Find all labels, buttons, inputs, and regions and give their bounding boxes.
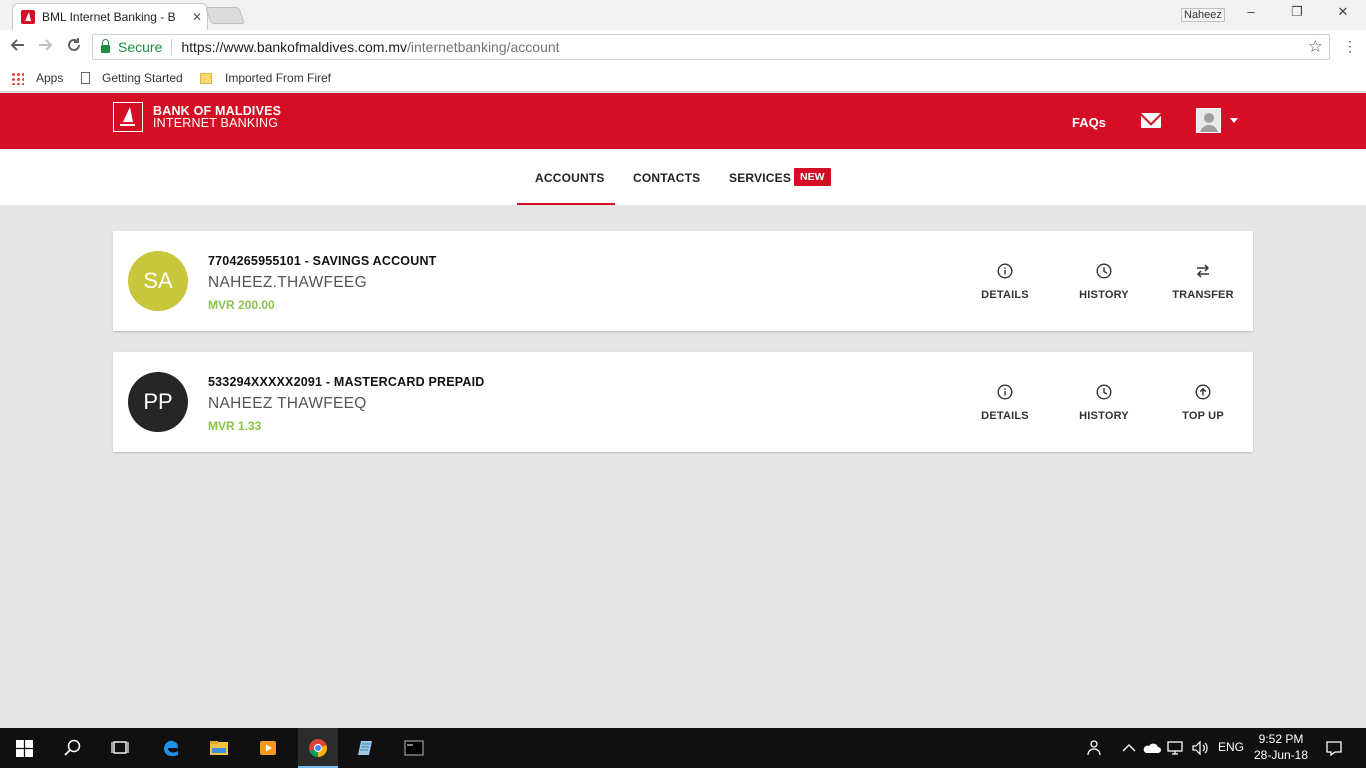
browser-toolbar: Secure https://www.bankofmaldives.com.mv… (0, 30, 1366, 64)
close-window-button[interactable]: ✕ (1333, 4, 1353, 20)
transfer-button[interactable]: TRANSFER (1163, 231, 1243, 331)
history-button[interactable]: HISTORY (1064, 352, 1144, 452)
action-center-icon[interactable] (1324, 738, 1344, 758)
account-title: 533294XXXXX2091 - MASTERCARD PREPAID (208, 375, 485, 389)
transfer-label: TRANSFER (1172, 289, 1234, 301)
restore-button[interactable]: ❐ (1287, 4, 1307, 20)
folder-icon (200, 72, 212, 84)
top-up-label: TOP UP (1182, 410, 1224, 422)
forward-arrow-icon[interactable] (38, 37, 54, 58)
chevron-down-icon[interactable] (1230, 118, 1238, 123)
chevron-up-icon[interactable] (1119, 738, 1139, 758)
url-separator (171, 39, 173, 55)
account-holder-name: NAHEEZ.THAWFEEG (208, 274, 367, 291)
new-badge: NEW (794, 168, 831, 186)
reload-icon[interactable] (66, 37, 82, 58)
history-label: HISTORY (1079, 289, 1129, 301)
new-tab-button[interactable] (204, 7, 246, 24)
url-path: /internetbanking/account (407, 39, 560, 55)
tab-close-icon[interactable]: ✕ (192, 10, 202, 24)
search-icon[interactable] (63, 738, 83, 758)
account-initials-avatar: SA (128, 251, 188, 311)
input-language[interactable]: ENG (1218, 740, 1244, 754)
tab-title: BML Internet Banking - B (42, 10, 176, 24)
chrome-icon[interactable] (308, 738, 328, 758)
clock-icon (1096, 384, 1112, 400)
bml-favicon-icon (21, 10, 35, 24)
system-clock[interactable]: 9:52 PM 28-Jun-18 (1253, 731, 1309, 763)
bml-logo-icon[interactable] (113, 102, 143, 132)
windows-taskbar: ENG 9:52 PM 28-Jun-18 (0, 728, 1366, 768)
site-header: BANK OF MALDIVES INTERNET BANKING FAQs (0, 93, 1366, 149)
top-up-button[interactable]: TOP UP (1163, 352, 1243, 452)
file-explorer-icon[interactable] (209, 738, 229, 758)
browser-tab[interactable]: BML Internet Banking - B ✕ (12, 3, 208, 30)
history-label: HISTORY (1079, 410, 1129, 422)
faqs-link[interactable]: FAQs (1072, 115, 1106, 130)
tab-services[interactable]: SERVICES (729, 171, 791, 185)
edge-icon[interactable] (161, 738, 181, 758)
account-card: SA 7704265955101 - SAVINGS ACCOUNT NAHEE… (113, 231, 1253, 331)
account-initials-avatar: PP (128, 372, 188, 432)
windows-start-icon[interactable] (16, 740, 33, 757)
people-icon[interactable] (1083, 738, 1103, 758)
apps-icon (11, 71, 24, 85)
bookmark-getting-started[interactable]: Getting Started (81, 71, 183, 85)
details-label: DETAILS (981, 410, 1029, 422)
clock-icon (1096, 263, 1112, 279)
account-title: 7704265955101 - SAVINGS ACCOUNT (208, 254, 437, 268)
media-player-icon[interactable] (258, 738, 278, 758)
mail-icon[interactable] (1141, 113, 1161, 128)
onedrive-icon[interactable] (1142, 738, 1162, 758)
volume-icon[interactable] (1190, 738, 1210, 758)
clock-date: 28-Jun-18 (1253, 748, 1309, 762)
bookmark-imported[interactable]: Imported From Firef (200, 71, 331, 85)
bookmark-label: Getting Started (102, 71, 183, 85)
clock-time: 9:52 PM (1258, 732, 1304, 746)
details-button[interactable]: DETAILS (965, 231, 1045, 331)
url-host: https://www.bankofmaldives.com.mv (181, 39, 407, 55)
account-card: PP 533294XXXXX2091 - MASTERCARD PREPAID … (113, 352, 1253, 452)
logo-line2: INTERNET BANKING (153, 116, 279, 130)
page-icon (81, 72, 90, 84)
bookmark-apps[interactable]: Apps (11, 71, 63, 85)
info-icon (997, 263, 1013, 279)
transfer-icon (1196, 264, 1210, 278)
browser-tabstrip: BML Internet Banking - B ✕ Naheez – ❐ ✕ (0, 0, 1366, 30)
user-avatar[interactable] (1196, 108, 1221, 133)
address-bar[interactable]: Secure https://www.bankofmaldives.com.mv… (92, 34, 1330, 60)
account-balance: MVR 1.33 (208, 419, 262, 433)
tab-accounts[interactable]: ACCOUNTS (535, 171, 605, 185)
account-balance: MVR 200.00 (208, 298, 275, 312)
active-tab-indicator (517, 203, 615, 205)
command-prompt-icon[interactable] (404, 738, 424, 758)
bookmark-label: Apps (36, 71, 64, 85)
account-holder-name: NAHEEZ THAWFEEQ (208, 395, 367, 412)
main-nav: ACCOUNTS CONTACTS SERVICES NEW (0, 149, 1366, 205)
profile-name[interactable]: Naheez (1181, 8, 1225, 22)
browser-menu-icon[interactable]: ⋮ (1343, 38, 1357, 55)
minimize-button[interactable]: – (1241, 4, 1261, 19)
lock-icon (101, 39, 110, 53)
info-icon (997, 384, 1013, 400)
back-arrow-icon[interactable] (9, 37, 25, 58)
details-label: DETAILS (981, 289, 1029, 301)
tab-contacts[interactable]: CONTACTS (633, 171, 700, 185)
upload-circle-icon (1195, 384, 1211, 400)
bookmark-star-icon[interactable]: ☆ (1308, 37, 1323, 57)
history-button[interactable]: HISTORY (1064, 231, 1144, 331)
secure-label: Secure (118, 39, 163, 55)
logo-text[interactable]: BANK OF MALDIVES INTERNET BANKING (153, 105, 281, 130)
bookmark-label: Imported From Firef (225, 71, 332, 85)
network-icon[interactable] (1166, 738, 1186, 758)
details-button[interactable]: DETAILS (965, 352, 1045, 452)
bookmarks-bar: Apps Getting Started Imported From Firef (0, 64, 1366, 92)
notepad-icon[interactable] (356, 738, 376, 758)
task-view-icon[interactable] (110, 738, 130, 758)
